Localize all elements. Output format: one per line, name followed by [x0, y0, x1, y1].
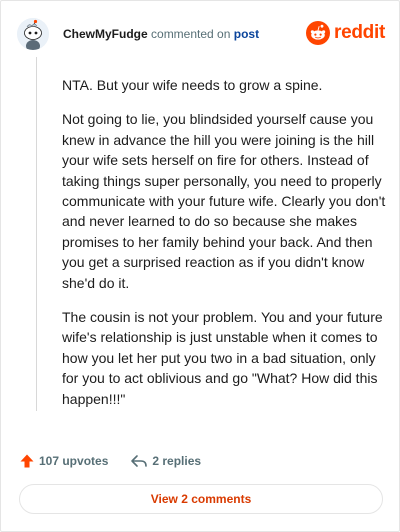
upvote-arrow-icon — [20, 454, 34, 468]
reply-arrow-icon — [131, 455, 148, 467]
upvote-button[interactable]: 107 upvotes — [19, 453, 108, 469]
thread-line — [36, 57, 37, 411]
reddit-logo[interactable]: reddit — [306, 20, 385, 46]
upvote-count: 107 upvotes — [39, 454, 109, 468]
comment-body: NTA. But your wife needs to grow a spine… — [62, 75, 386, 423]
comment-paragraph: NTA. But your wife needs to grow a spine… — [62, 77, 323, 93]
comment-paragraph: Not going to lie, you blindsided yoursel… — [62, 111, 386, 291]
reddit-wordmark: reddit — [334, 22, 385, 43]
replies-button[interactable]: 2 replies — [130, 453, 201, 469]
snoo-avatar-icon — [17, 18, 49, 50]
comment-actions: 107 upvotes 2 replies — [19, 451, 201, 471]
comment-header: ChewMyFudge commented on post reddit — [17, 18, 385, 50]
username[interactable]: ChewMyFudge — [63, 27, 148, 41]
comment-meta: ChewMyFudge commented on post — [63, 26, 259, 42]
commented-on-text: commented on — [151, 27, 231, 41]
comment-card: ChewMyFudge commented on post reddit NTA… — [0, 0, 400, 532]
reddit-logo-icon — [306, 21, 331, 45]
post-link[interactable]: post — [234, 27, 259, 41]
user-avatar[interactable] — [17, 18, 49, 50]
comment-paragraph: The cousin is not your problem. You and … — [62, 309, 383, 407]
reply-count: 2 replies — [152, 454, 202, 468]
view-comments-button[interactable]: View 2 comments — [19, 484, 383, 514]
